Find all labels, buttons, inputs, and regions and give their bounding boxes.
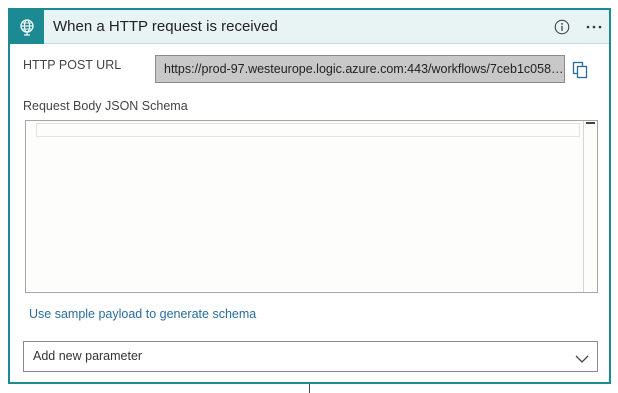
flow-connector-line: [309, 384, 310, 393]
globe-icon: [10, 10, 44, 44]
chevron-down-icon: [575, 351, 589, 363]
scrollbar-thumb[interactable]: [586, 122, 595, 124]
request-body-schema-editor[interactable]: [25, 120, 598, 293]
more-options-icon[interactable]: [582, 18, 606, 36]
http-trigger-card: When a HTTP request is received HTTP POS…: [8, 8, 611, 384]
add-new-parameter-label: Add new parameter: [33, 349, 143, 363]
info-icon[interactable]: [553, 18, 571, 36]
card-header[interactable]: When a HTTP request is received: [10, 10, 609, 44]
editor-scrollbar[interactable]: [583, 121, 597, 292]
sample-payload-link[interactable]: Use sample payload to generate schema: [29, 307, 256, 321]
copy-icon[interactable]: [572, 61, 588, 79]
http-post-url-field[interactable]: https://prod-97.westeurope.logic.azure.c…: [155, 55, 565, 83]
request-body-schema-label: Request Body JSON Schema: [23, 99, 188, 113]
add-new-parameter-dropdown[interactable]: Add new parameter: [23, 341, 598, 372]
editor-current-line: [36, 123, 580, 137]
card-title: When a HTTP request is received: [53, 18, 278, 35]
http-post-url-label: HTTP POST URL: [23, 58, 122, 72]
